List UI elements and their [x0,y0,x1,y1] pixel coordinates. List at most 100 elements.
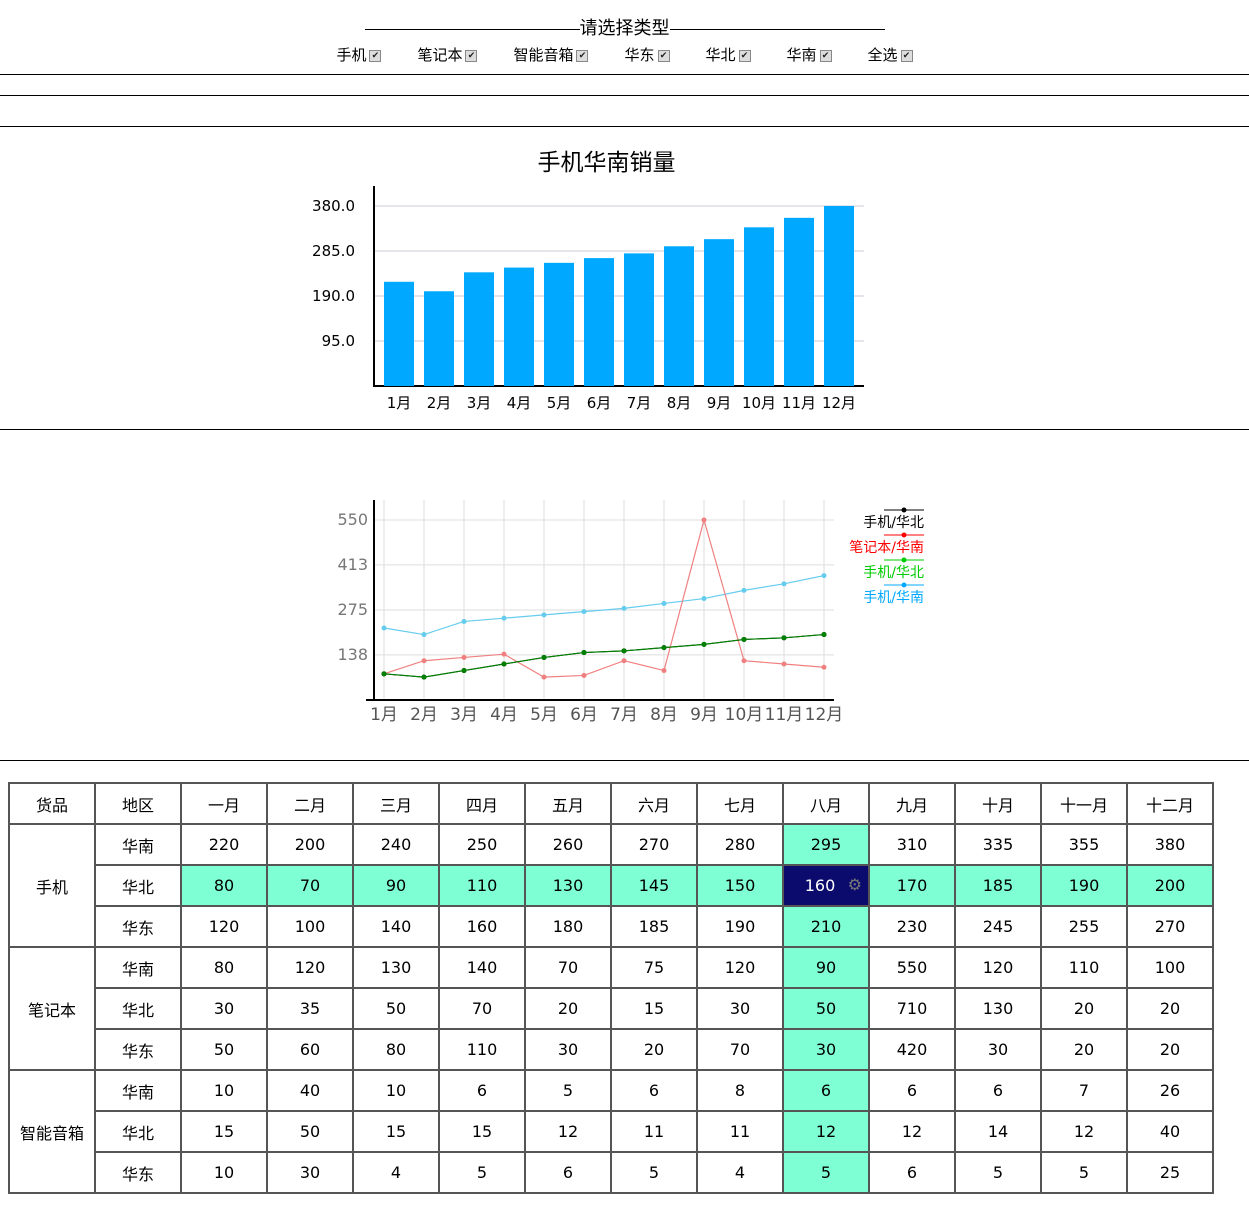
data-cell[interactable]: 120 [696,946,784,989]
data-cell[interactable]: 170 [868,864,956,907]
data-cell[interactable]: 110 [1040,946,1128,989]
data-cell[interactable]: 20 [1040,987,1128,1030]
data-cell[interactable]: 70 [696,1028,784,1071]
data-cell[interactable]: 15 [180,1110,268,1153]
data-cell[interactable]: 6 [868,1069,956,1112]
data-cell[interactable]: 70 [438,987,526,1030]
data-cell[interactable]: 30 [524,1028,612,1071]
data-cell[interactable]: 270 [610,823,698,866]
data-cell[interactable]: 200 [266,823,354,866]
data-cell[interactable]: 145 [610,864,698,907]
data-cell[interactable]: 10 [180,1069,268,1112]
data-cell[interactable]: 90 [782,946,870,989]
data-cell[interactable]: 710 [868,987,956,1030]
data-cell[interactable]: 90 [352,864,440,907]
data-cell[interactable]: 20 [610,1028,698,1071]
data-cell[interactable]: 120 [266,946,354,989]
data-cell[interactable]: 14 [954,1110,1042,1153]
data-cell[interactable]: 8 [696,1069,784,1112]
data-cell[interactable]: 50 [352,987,440,1030]
gear-icon[interactable]: ⚙ [848,875,862,894]
data-cell[interactable]: 100 [266,905,354,948]
data-cell[interactable]: 270 [1126,905,1214,948]
data-cell[interactable]: 20 [1126,1028,1214,1071]
data-cell[interactable]: 4 [696,1151,784,1194]
data-cell[interactable]: 40 [266,1069,354,1112]
data-cell[interactable]: 160 ⚙ [782,864,870,907]
data-cell[interactable]: 5 [782,1151,870,1194]
data-cell[interactable]: 260 [524,823,612,866]
data-cell[interactable]: 80 [180,946,268,989]
data-cell[interactable]: 550 [868,946,956,989]
data-cell[interactable]: 5 [438,1151,526,1194]
data-cell[interactable]: 130 [524,864,612,907]
data-cell[interactable]: 15 [352,1110,440,1153]
data-cell[interactable]: 30 [266,1151,354,1194]
data-cell[interactable]: 310 [868,823,956,866]
data-cell[interactable]: 20 [1126,987,1214,1030]
data-cell[interactable]: 6 [524,1151,612,1194]
data-cell[interactable]: 110 [438,864,526,907]
data-cell[interactable]: 355 [1040,823,1128,866]
data-cell[interactable]: 185 [954,864,1042,907]
data-cell[interactable]: 190 [696,905,784,948]
data-cell[interactable]: 180 [524,905,612,948]
data-cell[interactable]: 25 [1126,1151,1214,1194]
data-cell[interactable]: 140 [352,905,440,948]
data-cell[interactable]: 80 [180,864,268,907]
data-cell[interactable]: 120 [180,905,268,948]
data-cell[interactable]: 60 [266,1028,354,1071]
data-cell[interactable]: 6 [954,1069,1042,1112]
data-cell[interactable]: 120 [954,946,1042,989]
data-cell[interactable]: 6 [782,1069,870,1112]
data-cell[interactable]: 380 [1126,823,1214,866]
data-cell[interactable]: 5 [524,1069,612,1112]
data-cell[interactable]: 15 [438,1110,526,1153]
data-cell[interactable]: 10 [352,1069,440,1112]
data-cell[interactable]: 190 [1040,864,1128,907]
data-cell[interactable]: 160 [438,905,526,948]
data-cell[interactable]: 75 [610,946,698,989]
data-cell[interactable]: 26 [1126,1069,1214,1112]
data-cell[interactable]: 30 [782,1028,870,1071]
data-cell[interactable]: 70 [266,864,354,907]
data-cell[interactable]: 210 [782,905,870,948]
data-cell[interactable]: 420 [868,1028,956,1071]
data-cell[interactable]: 12 [1040,1110,1128,1153]
data-cell[interactable]: 255 [1040,905,1128,948]
data-cell[interactable]: 70 [524,946,612,989]
data-cell[interactable]: 15 [610,987,698,1030]
data-cell[interactable]: 6 [868,1151,956,1194]
data-cell[interactable]: 35 [266,987,354,1030]
data-cell[interactable]: 6 [610,1069,698,1112]
data-cell[interactable]: 140 [438,946,526,989]
data-cell[interactable]: 130 [352,946,440,989]
data-cell[interactable]: 250 [438,823,526,866]
data-cell[interactable]: 130 [954,987,1042,1030]
data-cell[interactable]: 50 [266,1110,354,1153]
data-cell[interactable]: 20 [1040,1028,1128,1071]
data-cell[interactable]: 280 [696,823,784,866]
data-cell[interactable]: 30 [696,987,784,1030]
data-cell[interactable]: 220 [180,823,268,866]
data-cell[interactable]: 11 [610,1110,698,1153]
data-cell[interactable]: 20 [524,987,612,1030]
data-cell[interactable]: 50 [782,987,870,1030]
data-cell[interactable]: 10 [180,1151,268,1194]
data-cell[interactable]: 5 [954,1151,1042,1194]
data-cell[interactable]: 110 [438,1028,526,1071]
data-cell[interactable]: 200 [1126,864,1214,907]
data-cell[interactable]: 185 [610,905,698,948]
data-cell[interactable]: 150 [696,864,784,907]
data-cell[interactable]: 100 [1126,946,1214,989]
data-cell[interactable]: 6 [438,1069,526,1112]
data-cell[interactable]: 11 [696,1110,784,1153]
data-cell[interactable]: 12 [524,1110,612,1153]
data-cell[interactable]: 295 [782,823,870,866]
data-cell[interactable]: 240 [352,823,440,866]
data-cell[interactable]: 12 [868,1110,956,1153]
data-cell[interactable]: 4 [352,1151,440,1194]
data-cell[interactable]: 335 [954,823,1042,866]
data-cell[interactable]: 30 [180,987,268,1030]
data-cell[interactable]: 5 [610,1151,698,1194]
